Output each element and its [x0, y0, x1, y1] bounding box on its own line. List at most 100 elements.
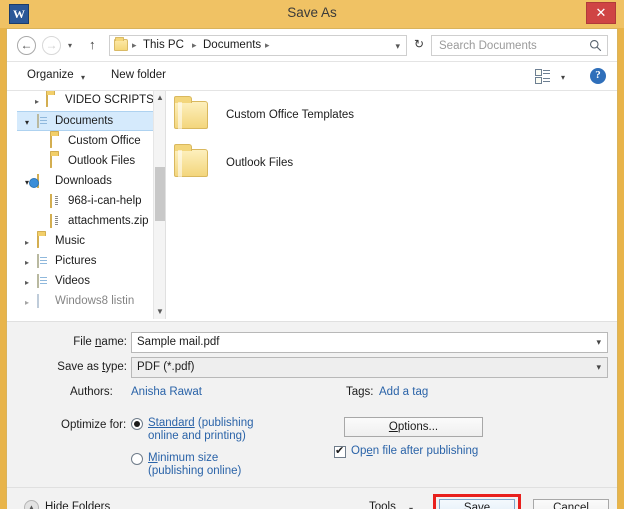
sidebar-item-downloads[interactable]: ▾ Downloads: [17, 172, 165, 192]
footer-bar: ▲ Hide Folders Tools ▾: [7, 487, 617, 509]
chevron-down-icon[interactable]: ▾: [81, 73, 85, 82]
chevron-down-icon[interactable]: ▾: [25, 118, 29, 127]
chevron-down-icon[interactable]: ▾: [561, 73, 565, 82]
folder-icon: [174, 96, 208, 130]
cancel-button[interactable]: Cancel: [533, 499, 609, 509]
sidebar-item-custom-office[interactable]: Custom Office: [17, 132, 165, 152]
chevron-right-icon[interactable]: ▸: [25, 238, 29, 247]
breadcrumb[interactable]: ▸ This PC ▸ Documents ▸ ▾: [109, 35, 407, 56]
scroll-up-icon[interactable]: ▲: [154, 91, 165, 105]
dialog-body: ← → ▾ ↑ ▸ This PC ▸ Documents ▸ ▾ ↻ Sear…: [6, 28, 618, 509]
zip-icon: [50, 214, 64, 228]
sidebar-item-windows8-listin[interactable]: ▸ Windows8 listin: [17, 292, 165, 312]
chevron-down-icon[interactable]: ▾: [596, 337, 601, 348]
optimize-for-label: Optimize for:: [61, 419, 127, 431]
file-name-value: Sample mail.pdf: [137, 336, 220, 348]
pictures-icon: [37, 254, 51, 268]
sidebar-item-attachments-zip[interactable]: attachments.zip: [17, 212, 165, 232]
radio-standard[interactable]: [131, 418, 143, 430]
network-icon: [37, 294, 51, 308]
file-list[interactable]: Custom Office Templates Outlook Files: [165, 91, 607, 319]
folder-icon: [174, 144, 208, 178]
chevron-down-icon[interactable]: ▾: [409, 505, 413, 509]
add-a-tag-link[interactable]: Add a tag: [379, 386, 428, 398]
new-folder-button[interactable]: New folder: [111, 69, 166, 81]
file-name-field-label: File name:: [73, 336, 127, 348]
hide-folders-button[interactable]: Hide Folders: [45, 501, 110, 509]
scrollbar-thumb[interactable]: [155, 167, 165, 221]
save-button[interactable]: Save: [439, 499, 515, 509]
sidebar-item-label: Documents: [55, 115, 114, 127]
authors-value[interactable]: Anisha Rawat: [131, 386, 202, 398]
folder-icon: [46, 93, 60, 107]
folder-icon: [50, 134, 64, 148]
sidebar-item-documents[interactable]: ▾ Documents: [17, 111, 165, 131]
save-as-type-value: PDF (*.pdf): [137, 361, 195, 373]
breadcrumb-separator: ▸: [265, 40, 270, 50]
sidebar-item-videos[interactable]: ▸ Videos: [17, 272, 165, 292]
search-box[interactable]: [431, 35, 608, 56]
sidebar-scrollbar[interactable]: ▲ ▼: [153, 91, 165, 319]
sidebar-item-label: Music: [55, 235, 86, 247]
music-icon: [37, 234, 51, 248]
folder-icon: [50, 154, 64, 168]
radio-minimum-size-label[interactable]: Minimum size (publishing online): [148, 452, 278, 478]
chevron-down-icon[interactable]: ▾: [395, 41, 400, 52]
file-name-label: Custom Office Templates: [226, 109, 355, 121]
file-name-field[interactable]: Sample mail.pdf ▾: [131, 332, 608, 353]
radio-standard-label[interactable]: Standard (publishing online and printing): [148, 417, 278, 443]
window-title: Save As: [287, 5, 337, 20]
save-as-type-select[interactable]: PDF (*.pdf) ▾: [131, 357, 608, 378]
authors-label: Authors:: [70, 386, 113, 398]
sidebar-item-music[interactable]: ▸ Music: [17, 232, 165, 252]
sidebar-item-outlook-files[interactable]: Outlook Files: [17, 152, 165, 172]
downloads-icon: [37, 174, 51, 188]
refresh-icon[interactable]: ↻: [414, 37, 424, 51]
recent-locations-icon[interactable]: ▾: [68, 41, 72, 50]
sidebar-item-label: Outlook Files: [68, 155, 136, 167]
sidebar-item-video-scripts[interactable]: ▸ VIDEO SCRIPTS: [17, 91, 165, 111]
save-as-type-label: Save as type:: [57, 361, 127, 373]
open-after-publishing-label[interactable]: Open file after publishing: [351, 445, 478, 457]
help-icon[interactable]: ?: [590, 68, 606, 84]
list-item[interactable]: Custom Office Templates: [166, 96, 607, 145]
list-item[interactable]: Outlook Files: [166, 144, 607, 193]
forward-icon[interactable]: →: [42, 36, 61, 55]
breadcrumb-separator: ▸: [192, 40, 197, 50]
form-panel: File name: Sample mail.pdf ▾ Save as typ…: [7, 321, 617, 487]
scroll-down-icon[interactable]: ▼: [154, 305, 165, 319]
sidebar-item-pictures[interactable]: ▸ Pictures: [17, 252, 165, 272]
options-button[interactable]: Options...: [344, 417, 483, 437]
sidebar-item-968-i-can-help[interactable]: 968-i-can-help: [17, 192, 165, 212]
breadcrumb-item-this-pc[interactable]: This PC: [143, 39, 184, 51]
search-icon[interactable]: [589, 39, 602, 52]
sidebar-item-label: Windows8 listin: [55, 295, 135, 307]
zip-icon: [50, 194, 64, 208]
sidebar-item-label: 968-i-can-help: [68, 195, 142, 207]
sidebar-item-label: VIDEO SCRIPTS: [65, 94, 154, 106]
tools-button[interactable]: Tools: [369, 501, 396, 509]
up-icon[interactable]: ↑: [89, 37, 96, 52]
organize-button[interactable]: Organize: [27, 69, 74, 81]
save-as-dialog-window: W Save As ✕ ← → ▾ ↑ ▸ This PC ▸ Document…: [0, 0, 624, 509]
chevron-right-icon[interactable]: ▸: [35, 97, 39, 106]
change-view-icon[interactable]: [535, 69, 551, 84]
chevron-right-icon[interactable]: ▸: [25, 298, 29, 307]
chevron-down-icon[interactable]: ▾: [596, 362, 601, 373]
videos-icon: [37, 274, 51, 288]
sidebar-item-label: Custom Office: [68, 135, 141, 147]
collapse-icon[interactable]: ▲: [24, 500, 39, 509]
open-after-publishing-checkbox[interactable]: [334, 444, 346, 458]
chevron-right-icon[interactable]: ▸: [25, 258, 29, 267]
close-icon[interactable]: ✕: [586, 2, 616, 24]
content-area: ▸ VIDEO SCRIPTS ▾ Documents Custom Offic…: [7, 91, 617, 321]
tags-label: Tags:: [346, 386, 374, 398]
sidebar-item-label: attachments.zip: [68, 215, 149, 227]
title-bar: W Save As ✕: [0, 0, 624, 28]
search-input[interactable]: [437, 38, 585, 54]
chevron-right-icon[interactable]: ▸: [25, 278, 29, 287]
breadcrumb-item-documents[interactable]: Documents: [203, 39, 261, 51]
navigation-pane: ▸ VIDEO SCRIPTS ▾ Documents Custom Offic…: [17, 91, 165, 319]
back-icon[interactable]: ←: [17, 36, 36, 55]
radio-minimum-size[interactable]: [131, 453, 143, 465]
